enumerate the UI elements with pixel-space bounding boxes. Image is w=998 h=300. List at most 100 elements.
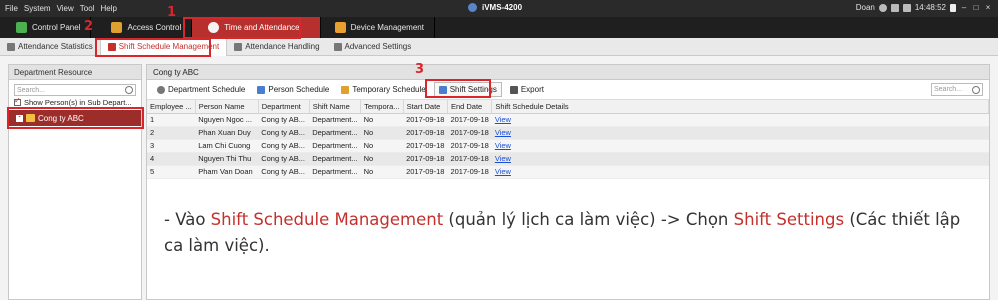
lock-icon[interactable] [950, 3, 956, 12]
title-bar: File System View Tool Help iVMS-4200 Doa… [0, 0, 998, 17]
calendar-icon[interactable] [902, 3, 911, 12]
menu-view[interactable]: View [57, 4, 74, 13]
callout-box-tree-item [7, 107, 144, 129]
table-cell: No [360, 113, 404, 127]
schedule-search-input[interactable]: Search... [931, 83, 983, 96]
table-cell: Department... [309, 126, 361, 140]
department-resource-panel: Department Resource Search... Show Perso… [8, 64, 142, 300]
column-header[interactable]: Start Date [403, 100, 448, 114]
table-row[interactable]: 4 Nguyen Thi Thu Cong ty AB... Departmen… [147, 152, 989, 166]
subtab-label: Attendance Handling [245, 42, 320, 51]
table-cell: Cong ty AB... [258, 152, 310, 166]
app-logo-icon [468, 3, 477, 12]
button-label: Department Schedule [168, 85, 246, 94]
menu-system[interactable]: System [24, 4, 51, 13]
gear-icon[interactable] [878, 3, 887, 12]
button-label: Temporary Schedule [352, 85, 426, 94]
table-cell: 2017-09-18 [447, 165, 492, 179]
instruction-highlight: Shift Schedule Management [210, 210, 444, 229]
table-cell: Cong ty AB... [258, 126, 310, 140]
monitor-icon[interactable] [890, 3, 899, 12]
table-row[interactable]: 2 Phan Xuan Duy Cong ty AB... Department… [147, 126, 989, 140]
tab-label: Access Control [127, 23, 182, 32]
status-area: Doan 14:48:52 – □ × [856, 3, 992, 12]
table-cell: 2017-09-18 [403, 113, 448, 127]
door-icon [111, 22, 123, 33]
table-cell: 2017-09-18 [403, 165, 448, 179]
table-cell: 2017-09-18 [447, 126, 492, 140]
table-cell: Department... [309, 113, 361, 127]
instruction-highlight: Shift Settings [733, 210, 845, 229]
temporary-icon [341, 85, 350, 94]
table-cell: 2 [147, 126, 196, 140]
table-cell: 2017-09-18 [403, 139, 448, 153]
close-icon[interactable]: × [984, 3, 992, 12]
table-row[interactable]: 5 Pham Van Doan Cong ty AB... Department… [147, 165, 989, 179]
minimize-icon[interactable]: – [960, 3, 968, 12]
view-link[interactable]: View [491, 165, 989, 179]
callout-box-shift-schedule-management [95, 38, 211, 57]
tab-device-management[interactable]: Device Management [321, 17, 435, 38]
show-sub-department-checkbox[interactable]: Show Person(s) in Sub Depart... [9, 98, 141, 107]
table-cell: No [360, 126, 404, 140]
menu-help[interactable]: Help [100, 4, 116, 13]
view-link[interactable]: View [491, 152, 989, 166]
temporary-schedule-button[interactable]: Temporary Schedule [337, 83, 429, 96]
table-cell: 2017-09-18 [403, 152, 448, 166]
menu-tool[interactable]: Tool [80, 4, 95, 13]
chart-icon [7, 42, 15, 51]
user-name: Doan [855, 3, 875, 12]
column-header[interactable]: Department [258, 100, 310, 114]
callout-number-2: 2 [84, 19, 94, 34]
tab-label: Control Panel [32, 23, 81, 32]
view-link[interactable]: View [491, 113, 989, 127]
column-header[interactable]: Person Name [195, 100, 259, 114]
schedule-table: Employee ... Person Name Department Shif… [147, 100, 989, 179]
table-cell: No [360, 165, 404, 179]
tab-access-control[interactable]: Access Control [91, 17, 193, 38]
table-row[interactable]: 3 Lam Chi Cuong Cong ty AB... Department… [147, 139, 989, 153]
table-cell: 5 [147, 165, 196, 179]
grid-icon [16, 22, 27, 33]
tab-attendance-handling[interactable]: Attendance Handling [227, 38, 326, 56]
button-label: Export [520, 85, 544, 94]
column-header[interactable]: End Date [447, 100, 493, 114]
department-search-input[interactable]: Search... [14, 84, 136, 96]
column-header[interactable]: Tempora... [360, 100, 404, 114]
table-row[interactable]: 1 Nguyen Ngoc ... Cong ty AB... Departme… [147, 113, 989, 127]
table-cell: Department... [309, 152, 361, 166]
person-schedule-button[interactable]: Person Schedule [253, 83, 333, 96]
department-schedule-button[interactable]: Department Schedule [153, 83, 249, 96]
tab-attendance-statistics[interactable]: Attendance Statistics [0, 38, 100, 56]
tab-label: Device Management [350, 23, 424, 32]
view-link[interactable]: View [491, 126, 989, 140]
menu-file[interactable]: File [5, 4, 18, 13]
clock-time: 14:48:52 [914, 3, 946, 12]
app-title: iVMS-4200 [468, 3, 522, 12]
subtab-label: Attendance Statistics [18, 42, 93, 51]
table-cell: Pham Van Doan [195, 165, 259, 179]
maximize-icon[interactable]: □ [972, 3, 980, 12]
table-cell: Lam Chi Cuong [195, 139, 259, 153]
gear-icon [157, 85, 165, 94]
export-icon [509, 85, 518, 94]
view-link[interactable]: View [491, 139, 989, 153]
column-header[interactable]: Employee ... [147, 100, 196, 114]
table-cell: Cong ty AB... [258, 165, 310, 179]
table-cell: No [360, 139, 404, 153]
export-button[interactable]: Export [506, 83, 548, 96]
search-icon[interactable] [972, 85, 980, 94]
checkbox-icon[interactable] [14, 98, 21, 106]
search-icon[interactable] [125, 86, 133, 94]
instruction-part: (quản lý lịch ca làm việc) -> Chọn [443, 210, 734, 229]
column-header[interactable]: Shift Name [309, 100, 362, 114]
tab-control-panel[interactable]: Control Panel [0, 17, 92, 38]
tab-advanced-settings[interactable]: Advanced Settings [327, 38, 419, 56]
app-title-text: iVMS-4200 [482, 3, 523, 12]
column-header[interactable]: Shift Schedule Details [491, 100, 989, 114]
device-icon [334, 22, 346, 33]
table-header-row: Employee ... Person Name Department Shif… [147, 100, 989, 114]
table-cell: 2017-09-18 [447, 113, 492, 127]
table-cell: 2017-09-18 [447, 152, 492, 166]
instruction-part: - Vào [164, 210, 211, 229]
